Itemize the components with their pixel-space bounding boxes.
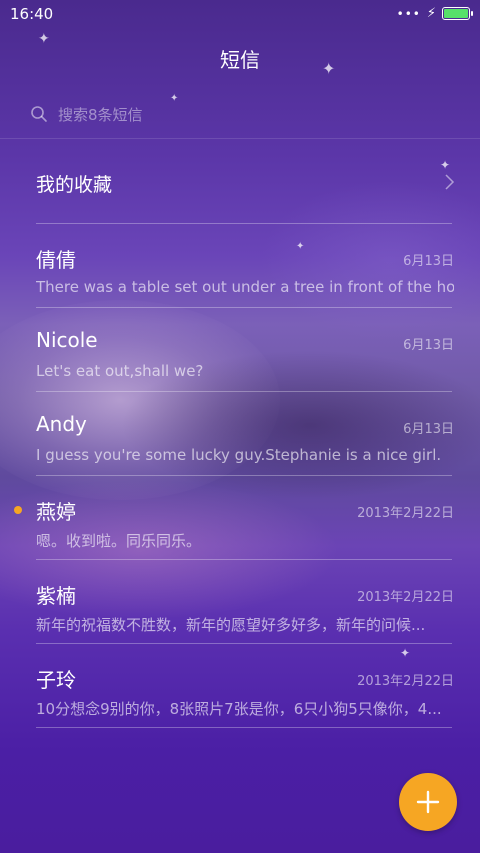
favorites-label: 我的收藏 <box>36 174 113 196</box>
conversation-row[interactable]: 紫楠 2013年2月22日 新年的祝福数不胜数，新年的愿望好多好多，新年的问候.… <box>36 580 454 650</box>
message-preview: 10分想念9别的你，8张照片7张是你，6只小狗5只像你，4... <box>36 700 442 718</box>
search-icon <box>31 106 47 122</box>
sms-screen: ✦ ✦ ✦ ✦ ✦ ✦ 16:40 ••• ⚡ 短信 搜索8条短信 我的收藏 倩… <box>0 0 480 853</box>
divider <box>36 307 452 308</box>
search-input[interactable]: 搜索8条短信 <box>58 104 143 125</box>
message-date: 2013年2月22日 <box>357 674 454 689</box>
divider <box>36 559 452 560</box>
divider <box>0 138 480 139</box>
message-preview: Let's eat out,shall we? <box>36 362 204 380</box>
contact-name: Andy <box>36 412 87 436</box>
battery-tip <box>471 11 473 16</box>
message-preview: 新年的祝福数不胜数，新年的愿望好多好多，新年的问候... <box>36 616 426 634</box>
chevron-right-icon <box>445 174 455 190</box>
divider <box>36 391 452 392</box>
divider <box>36 643 452 644</box>
message-date: 2013年2月22日 <box>357 506 454 521</box>
page-title: 短信 <box>220 48 260 72</box>
new-message-button[interactable] <box>399 773 457 831</box>
conversation-row[interactable]: Nicole 6月13日 Let's eat out,shall we? <box>36 328 454 398</box>
dots-icon: ••• <box>396 6 421 21</box>
bolt-icon: ⚡ <box>426 6 436 21</box>
message-date: 6月13日 <box>403 338 454 353</box>
divider <box>36 727 452 728</box>
unread-indicator <box>14 506 22 514</box>
battery-level <box>444 9 468 18</box>
contact-name: 紫楠 <box>36 584 76 608</box>
search-bar[interactable]: 搜索8条短信 <box>30 100 450 128</box>
conversation-row[interactable]: 子玲 2013年2月22日 10分想念9别的你，8张照片7张是你，6只小狗5只像… <box>36 664 454 734</box>
message-preview: 嗯。收到啦。同乐同乐。 <box>36 532 202 550</box>
conversation-row[interactable]: 燕婷 2013年2月22日 嗯。收到啦。同乐同乐。 <box>14 496 454 566</box>
status-time: 16:40 <box>10 5 54 23</box>
contact-name: 倩倩 <box>36 248 76 272</box>
contact-name: Nicole <box>36 328 98 352</box>
message-preview: There was a table set out under a tree i… <box>36 278 454 296</box>
contact-name: 子玲 <box>36 668 76 692</box>
message-date: 2013年2月22日 <box>357 590 454 605</box>
divider <box>36 223 452 224</box>
status-icons: ••• ⚡ <box>396 6 473 21</box>
favorites-row[interactable]: 我的收藏 <box>36 160 456 204</box>
message-date: 6月13日 <box>403 422 454 437</box>
battery-icon <box>442 7 473 20</box>
conversation-row[interactable]: 倩倩 6月13日 There was a table set out under… <box>36 244 454 314</box>
divider <box>36 475 452 476</box>
contact-name: 燕婷 <box>36 500 76 524</box>
conversation-row[interactable]: Andy 6月13日 I guess you're some lucky guy… <box>36 412 454 482</box>
plus-icon <box>416 790 440 814</box>
message-date: 6月13日 <box>403 254 454 269</box>
message-preview: I guess you're some lucky guy.Stephanie … <box>36 446 442 464</box>
status-bar: 16:40 ••• ⚡ <box>0 0 480 28</box>
